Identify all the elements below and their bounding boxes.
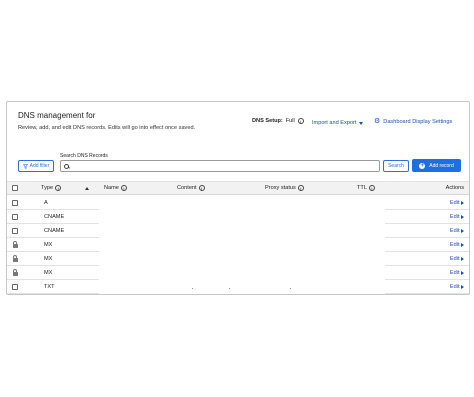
- search-label: Search DNS Records: [60, 153, 108, 159]
- edit-label: Edit: [449, 200, 460, 206]
- table-row: A Edit: [7, 196, 469, 210]
- column-content-label: Content: [177, 185, 197, 191]
- dns-management-card: DNS management for Review, add, and edit…: [6, 101, 470, 295]
- expand-arrow-icon: [461, 215, 464, 219]
- expand-arrow-icon: [461, 257, 464, 261]
- redacted-mark: [192, 288, 193, 289]
- record-type: MX: [44, 256, 53, 262]
- column-ttl-label: TTL: [357, 185, 367, 191]
- expand-arrow-icon: [461, 229, 464, 233]
- search-field[interactable]: [60, 160, 380, 172]
- table-row: CNAME Edit: [7, 210, 469, 224]
- select-all-checkbox-wrap: [12, 185, 18, 191]
- search-input[interactable]: [72, 163, 372, 169]
- edit-record-link[interactable]: Edit: [450, 256, 464, 262]
- add-record-label: Add record: [429, 162, 454, 169]
- column-actions: Actions: [446, 185, 464, 191]
- search-button[interactable]: Search: [383, 160, 409, 172]
- dns-setup-value: Full: [285, 118, 295, 124]
- add-filter-button[interactable]: Add filter: [18, 160, 54, 172]
- row-checkbox[interactable]: [12, 200, 18, 206]
- chevron-down-icon: [359, 121, 364, 125]
- info-icon: i: [368, 185, 375, 191]
- filter-icon: [22, 163, 28, 169]
- record-type: CNAME: [44, 214, 65, 220]
- dashboard-display-settings-link[interactable]: ⚙ Dashboard Display Settings: [374, 118, 453, 125]
- lock-icon: [12, 255, 18, 262]
- edit-label: Edit: [449, 270, 460, 276]
- row-checkbox[interactable]: [12, 284, 18, 290]
- edit-label: Edit: [449, 256, 460, 262]
- expand-arrow-icon: [461, 285, 464, 289]
- page-description: Review, add, and edit DNS records. Edits…: [18, 125, 196, 131]
- lock-icon: [12, 269, 18, 276]
- row-checkbox[interactable]: [12, 214, 18, 220]
- edit-record-link[interactable]: Edit: [450, 228, 464, 234]
- info-icon: i: [297, 185, 304, 191]
- select-all-checkbox[interactable]: [12, 185, 18, 191]
- dns-setup: DNS Setup: Full i: [252, 118, 304, 124]
- add-record-button[interactable]: + Add record: [412, 159, 461, 172]
- edit-record-link[interactable]: Edit: [450, 284, 464, 290]
- redacted-mark: [290, 288, 291, 289]
- expand-arrow-icon: [461, 201, 464, 205]
- search-icon: [64, 163, 70, 169]
- sort-ascending-icon[interactable]: [85, 186, 90, 190]
- column-ttl[interactable]: TTL i: [357, 185, 375, 191]
- record-type: MX: [44, 270, 53, 276]
- column-name[interactable]: Name i: [104, 185, 127, 191]
- record-type: TXT: [44, 284, 55, 290]
- record-type: MX: [44, 242, 53, 248]
- info-icon: i: [198, 185, 205, 191]
- info-icon: i: [55, 185, 62, 191]
- info-icon[interactable]: i: [297, 118, 304, 124]
- column-proxy-status-label: Proxy status: [265, 185, 296, 191]
- edit-record-link[interactable]: Edit: [450, 270, 464, 276]
- edit-label: Edit: [449, 284, 460, 290]
- table-row: TXT Edit: [7, 280, 469, 294]
- edit-label: Edit: [449, 242, 460, 248]
- edit-record-link[interactable]: Edit: [450, 200, 464, 206]
- page-title: DNS management for: [18, 111, 96, 120]
- table-row: MX Edit: [7, 238, 469, 252]
- gear-icon: ⚙: [374, 118, 381, 125]
- edit-record-link[interactable]: Edit: [450, 214, 464, 220]
- column-content[interactable]: Content i: [177, 185, 205, 191]
- table-row: CNAME Edit: [7, 224, 469, 238]
- row-divider: [7, 293, 99, 294]
- table-row: MX Edit: [7, 266, 469, 280]
- column-name-label: Name: [104, 185, 119, 191]
- column-proxy-status[interactable]: Proxy status i: [265, 185, 304, 191]
- edit-label: Edit: [449, 228, 460, 234]
- table-row: MX Edit: [7, 252, 469, 266]
- edit-record-link[interactable]: Edit: [450, 242, 464, 248]
- info-icon: i: [120, 185, 127, 191]
- column-actions-label: Actions: [445, 185, 464, 191]
- dashboard-display-settings-label: Dashboard Display Settings: [383, 119, 453, 125]
- expand-arrow-icon: [461, 271, 464, 275]
- lock-icon: [12, 241, 18, 248]
- redacted-mark: [229, 288, 230, 289]
- column-type[interactable]: Type i: [41, 185, 90, 191]
- row-checkbox[interactable]: [12, 228, 18, 234]
- plus-icon: +: [419, 162, 426, 169]
- table-header: Type i Name i Content i Proxy status i T…: [7, 181, 469, 195]
- edit-label: Edit: [449, 214, 460, 220]
- dns-setup-label: DNS Setup:: [252, 118, 283, 124]
- record-type: A: [44, 200, 48, 206]
- add-filter-label: Add filter: [29, 163, 50, 169]
- import-export-label: Import and Export: [312, 120, 357, 126]
- column-type-label: Type: [41, 185, 54, 191]
- expand-arrow-icon: [461, 243, 464, 247]
- record-type: CNAME: [44, 228, 65, 234]
- import-export-dropdown[interactable]: Import and Export: [312, 120, 364, 126]
- row-divider: [385, 293, 469, 294]
